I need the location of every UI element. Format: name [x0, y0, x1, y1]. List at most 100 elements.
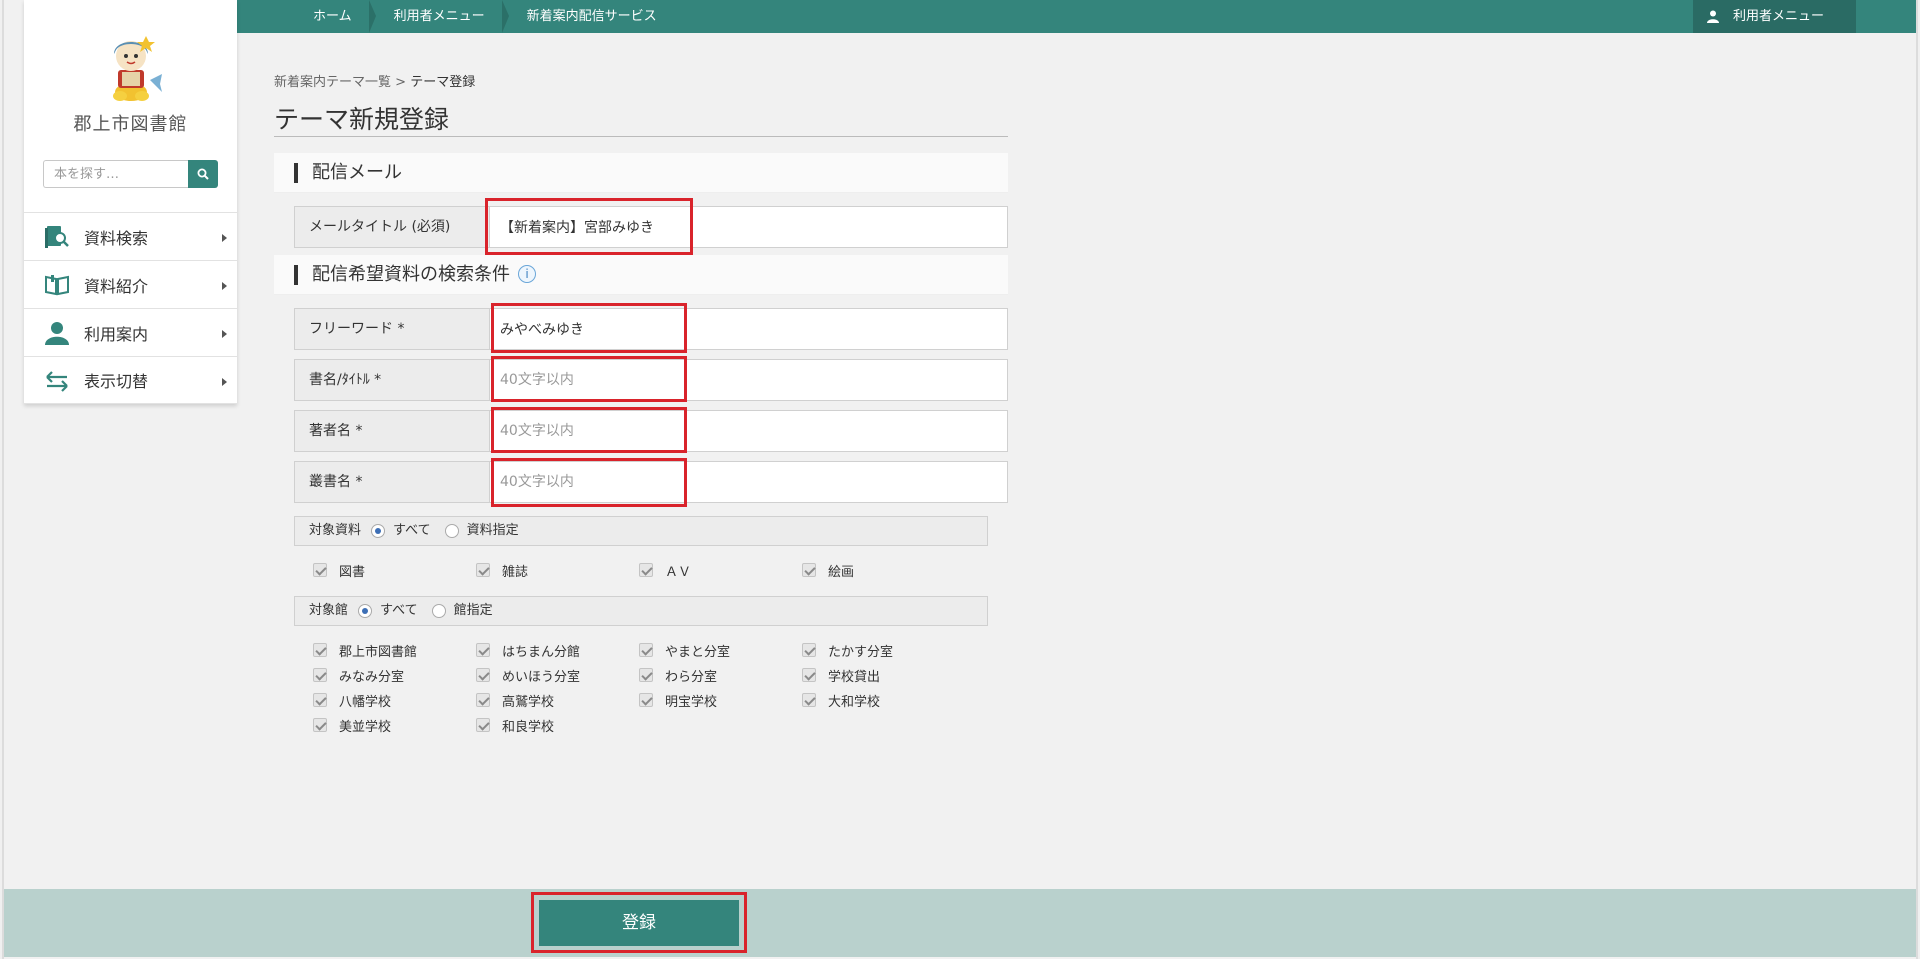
user-menu-label: 利用者メニュー — [1733, 9, 1825, 24]
checkbox[interactable] — [802, 563, 816, 577]
checkbox[interactable] — [802, 693, 816, 707]
mail-title-input[interactable] — [500, 207, 1000, 247]
author-input[interactable] — [500, 411, 1000, 451]
check-label: めいほう分室 — [502, 669, 581, 685]
logo-area[interactable] — [24, 30, 237, 102]
checkbox[interactable] — [313, 693, 327, 707]
search-icon — [197, 168, 209, 180]
branch-check[interactable]: 郡上市図書館 — [313, 640, 417, 660]
section-heading-criteria: 配信希望資料の検索条件 i — [274, 255, 1008, 295]
checkbox[interactable] — [476, 643, 490, 657]
checkbox[interactable] — [476, 693, 490, 707]
branch-check[interactable]: 大和学校 — [802, 690, 880, 710]
sidebar-item-material-search[interactable]: 資料検索 — [24, 212, 237, 260]
branch-check[interactable]: たかす分室 — [802, 640, 893, 660]
branch-radio-group: 対象館 すべて 館指定 — [294, 596, 988, 626]
series-label: 叢書名 * — [295, 462, 490, 502]
caret-right-icon — [222, 234, 227, 242]
title-divider — [274, 136, 1008, 137]
branch-check[interactable]: やまと分室 — [639, 640, 730, 660]
check-label: ＡＶ — [665, 564, 692, 580]
series-row: 叢書名 * — [294, 461, 1008, 503]
checkbox[interactable] — [313, 718, 327, 732]
checkbox[interactable] — [476, 563, 490, 577]
section-heading-mail-label: 配信メール — [312, 162, 402, 183]
mail-title-row: メールタイトル (必須) — [294, 206, 1008, 248]
register-button[interactable]: 登録 — [539, 900, 739, 946]
branch-radio-all[interactable] — [358, 604, 373, 618]
material-check-magazine[interactable]: 雑誌 — [476, 560, 528, 580]
branch-label: 対象館 — [309, 603, 349, 618]
free-word-input[interactable] — [500, 309, 1000, 349]
branch-check[interactable]: わら分室 — [639, 665, 717, 685]
breadcrumb-parent-link[interactable]: 新着案内テーマ一覧 — [274, 75, 391, 90]
footer-bar — [4, 889, 1916, 957]
breadcrumb-separator: > — [395, 75, 407, 90]
checkbox[interactable] — [313, 643, 327, 657]
free-word-label: フリーワード * — [295, 309, 490, 349]
info-icon[interactable]: i — [518, 265, 536, 283]
material-label: 対象資料 — [309, 523, 362, 538]
branch-check[interactable]: みなみ分室 — [313, 665, 404, 685]
crumb-user-menu[interactable]: 利用者メニュー — [370, 0, 509, 33]
branch-check[interactable]: 美並学校 — [313, 715, 391, 735]
sidebar-item-display-switch[interactable]: 表示切替 — [24, 356, 237, 404]
section-heading-criteria-label: 配信希望資料の検索条件 — [312, 264, 510, 285]
material-radio-specify[interactable] — [444, 524, 459, 538]
material-radio-group: 対象資料 すべて 資料指定 — [294, 516, 988, 546]
checkbox[interactable] — [639, 668, 653, 682]
check-label: やまと分室 — [665, 644, 731, 660]
mail-title-label: メールタイトル (必須) — [295, 207, 490, 247]
checkbox[interactable] — [639, 563, 653, 577]
branch-check[interactable]: 学校貸出 — [802, 665, 880, 685]
check-label: 絵画 — [828, 564, 855, 580]
checkbox[interactable] — [802, 668, 816, 682]
material-radio-all-label: すべて — [393, 523, 431, 538]
user-menu-button[interactable]: 利用者メニュー — [1693, 0, 1856, 33]
branch-check[interactable]: 明宝学校 — [639, 690, 717, 710]
crumb-user-menu-label: 利用者メニュー — [393, 9, 485, 24]
checkbox[interactable] — [639, 643, 653, 657]
check-label: たかす分室 — [828, 644, 894, 660]
breadcrumb-current: テーマ登録 — [410, 75, 476, 90]
check-label: 図書 — [339, 564, 366, 580]
material-check-painting[interactable]: 絵画 — [802, 560, 854, 580]
branch-check[interactable]: めいほう分室 — [476, 665, 580, 685]
sidebar-item-usage-guide[interactable]: 利用案内 — [24, 308, 237, 356]
branch-check[interactable]: 和良学校 — [476, 715, 554, 735]
series-input[interactable] — [500, 462, 1000, 502]
checkbox[interactable] — [476, 718, 490, 732]
caret-right-icon — [222, 282, 227, 290]
sidebar-item-label: 表示切替 — [84, 372, 149, 391]
sidebar-item-material-intro[interactable]: 資料紹介 — [24, 260, 237, 308]
check-label: 郡上市図書館 — [339, 644, 418, 660]
book-search-input[interactable] — [43, 160, 188, 188]
breadcrumb: 新着案内テーマ一覧 > テーマ登録 — [274, 71, 475, 90]
branch-check[interactable]: 八幡学校 — [313, 690, 391, 710]
material-radio-specify-label: 資料指定 — [466, 523, 519, 538]
crumb-home-label: ホーム — [313, 9, 352, 24]
crumb-new-arrival-service[interactable]: 新着案内配信サービス — [503, 0, 675, 33]
checkbox[interactable] — [313, 563, 327, 577]
crumb-home[interactable]: ホーム — [237, 0, 376, 33]
checkbox[interactable] — [802, 643, 816, 657]
branch-radio-specify[interactable] — [431, 604, 446, 618]
branch-check[interactable]: はちまん分館 — [476, 640, 580, 660]
top-navigation-bar: ホーム 利用者メニュー 新着案内配信サービス 利用者メニュー — [237, 0, 1916, 33]
checkbox[interactable] — [313, 668, 327, 682]
check-label: 八幡学校 — [339, 694, 392, 710]
book-title-input[interactable] — [500, 360, 1000, 400]
branch-radio-all-label: すべて — [380, 603, 418, 618]
checkbox[interactable] — [476, 668, 490, 682]
checkbox[interactable] — [639, 693, 653, 707]
branch-check[interactable]: 高鷲学校 — [476, 690, 554, 710]
check-label: 学校貸出 — [828, 669, 881, 685]
sidebar-item-label: 利用案内 — [84, 324, 149, 344]
material-check-book[interactable]: 図書 — [313, 560, 365, 580]
caret-right-icon — [222, 378, 227, 386]
material-radio-all[interactable] — [371, 524, 386, 538]
material-check-av[interactable]: ＡＶ — [639, 560, 691, 580]
top-breadcrumb: ホーム 利用者メニュー 新着案内配信サービス — [237, 0, 675, 33]
search-button[interactable] — [188, 160, 218, 188]
swap-arrows-icon — [46, 371, 68, 392]
